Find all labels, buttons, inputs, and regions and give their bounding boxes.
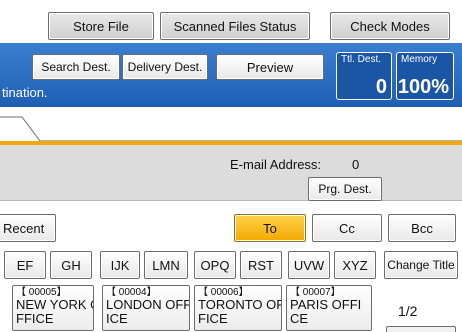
change-title-button[interactable]: Change Title	[384, 251, 458, 279]
index-tab-uvw[interactable]: UVW	[288, 251, 330, 279]
index-tab-lmn[interactable]: LMN	[144, 251, 188, 279]
bcc-button[interactable]: Bcc	[388, 214, 456, 242]
email-address-count: 0	[352, 157, 360, 172]
destination-name-line1: NEW YORK O	[16, 297, 94, 312]
destination-card[interactable]: 【 00004】 LONDON OFF ICE	[102, 285, 190, 331]
program-destination-button[interactable]: Prg. Dest.	[308, 177, 382, 201]
folder-tab[interactable]	[0, 107, 462, 145]
destination-card[interactable]: 【 00007】 PARIS OFFI CE	[286, 285, 372, 331]
check-modes-button[interactable]: Check Modes	[330, 12, 450, 40]
total-destinations-value: 0	[375, 76, 387, 98]
destination-name-line2: FFICE	[16, 311, 54, 326]
destination-name-line1: LONDON OFF	[106, 297, 190, 312]
search-destination-button[interactable]: Search Dest.	[32, 54, 120, 80]
page-indicator: 1/2	[398, 303, 418, 319]
destination-name-line1: TORONTO OF	[198, 297, 282, 312]
memory-value: 100%	[397, 76, 449, 98]
destination-info-panel	[0, 145, 462, 201]
total-destinations-caption: Ttl. Dest.	[341, 54, 382, 65]
delivery-destination-button[interactable]: Delivery Dest.	[122, 54, 208, 80]
scanned-files-status-button[interactable]: Scanned Files Status	[160, 12, 310, 40]
index-tab-opq[interactable]: OPQ	[194, 251, 236, 279]
destination-card[interactable]: 【 00006】 TORONTO OF FICE	[194, 285, 282, 331]
destination-name-line1: PARIS OFFI	[290, 297, 362, 312]
destination-instruction-text: tination.	[2, 85, 48, 100]
preview-button[interactable]: Preview	[216, 54, 324, 80]
index-tab-xyz[interactable]: XYZ	[334, 251, 376, 279]
index-tab-gh[interactable]: GH	[50, 251, 92, 279]
destination-name-line2: FICE	[198, 311, 228, 326]
index-tab-ef[interactable]: EF	[4, 251, 46, 279]
index-tab-rst[interactable]: RST	[240, 251, 282, 279]
index-tab-ijk[interactable]: IJK	[100, 251, 140, 279]
destination-card[interactable]: 【 00005】 NEW YORK O FFICE	[12, 285, 94, 331]
cc-button[interactable]: Cc	[312, 214, 382, 242]
recent-button[interactable]: Recent	[0, 214, 56, 242]
page-scroll-button-edge[interactable]	[386, 326, 456, 332]
total-destinations-counter: Ttl. Dest. 0	[336, 52, 392, 100]
memory-counter: Memory 100%	[396, 52, 454, 100]
destination-name-line2: ICE	[106, 311, 128, 326]
to-button[interactable]: To	[234, 214, 306, 242]
memory-caption: Memory	[401, 54, 438, 65]
store-file-button[interactable]: Store File	[48, 12, 154, 40]
destination-name-line2: CE	[290, 311, 309, 326]
email-address-label: E-mail Address:	[230, 157, 322, 172]
